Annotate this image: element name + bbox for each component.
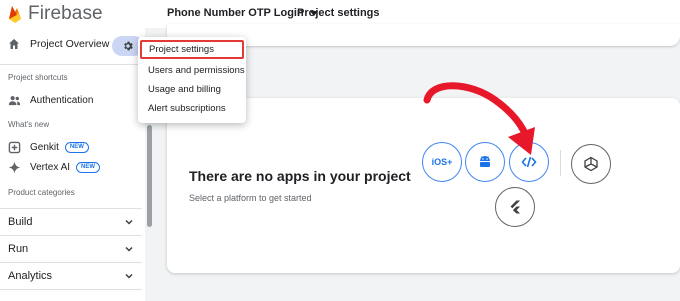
gear-icon <box>124 41 133 51</box>
authentication-label: Authentication <box>30 95 94 106</box>
apps-card <box>167 98 680 273</box>
firebase-logo-icon <box>9 6 21 23</box>
add-android-app-button[interactable] <box>465 142 505 182</box>
menu-item-users-permissions[interactable]: Users and permissions <box>138 61 246 80</box>
sidebar-scrollbar-thumb[interactable] <box>147 125 152 227</box>
add-flutter-app-button[interactable] <box>495 187 535 227</box>
sidebar-item-authentication[interactable]: Authentication <box>8 94 93 107</box>
new-badge: NEW <box>76 162 101 173</box>
chevron-down-icon <box>125 273 133 279</box>
sidebar-item-vertex-ai[interactable]: Vertex AI NEW <box>8 161 101 174</box>
app-name: Firebase <box>28 3 103 24</box>
menu-item-project-settings[interactable]: Project settings <box>140 40 244 59</box>
settings-dropdown-menu: Project settings Users and permissions U… <box>138 37 246 123</box>
genkit-label: Genkit <box>30 142 59 153</box>
project-overview-label: Project Overview <box>30 38 110 50</box>
category-build-label: Build <box>8 216 33 228</box>
category-analytics-label: Analytics <box>8 270 53 282</box>
project-name: Phone Number OTP Login <box>167 7 304 19</box>
sparkle-icon <box>8 161 21 174</box>
platform-divider <box>560 150 561 176</box>
web-code-icon <box>521 156 537 168</box>
category-build[interactable]: Build <box>0 208 142 235</box>
apps-empty-title: There are no apps in your project <box>189 168 411 184</box>
new-badge: NEW <box>64 142 89 153</box>
vertex-ai-label: Vertex AI <box>30 162 71 173</box>
shortcuts-heading: Project shortcuts <box>8 73 68 82</box>
add-unity-app-button[interactable] <box>571 144 611 184</box>
menu-item-alert-subscriptions[interactable]: Alert subscriptions <box>138 99 246 118</box>
android-icon <box>480 156 490 167</box>
sidebar: Project Overview Project shortcuts Authe… <box>0 28 146 301</box>
sidebar-divider <box>0 64 142 65</box>
sidebar-item-project-overview[interactable]: Project Overview <box>8 38 109 50</box>
people-icon <box>8 96 21 106</box>
menu-item-usage-billing[interactable]: Usage and billing <box>138 80 246 99</box>
whats-new-heading: What's new <box>8 120 50 129</box>
category-analytics[interactable]: Analytics <box>0 262 142 289</box>
chevron-down-icon <box>125 219 133 225</box>
genkit-icon <box>8 141 21 154</box>
category-run[interactable]: Run <box>0 235 142 262</box>
flutter-icon <box>510 200 521 214</box>
ios-icon: iOS+ <box>431 157 453 167</box>
chevron-down-icon <box>125 246 133 252</box>
home-icon <box>9 39 19 49</box>
add-web-app-button[interactable] <box>509 142 549 182</box>
unity-icon <box>584 156 598 172</box>
breadcrumb-page-title: Project settings <box>297 7 380 19</box>
categories-heading: Product categories <box>8 188 75 197</box>
category-more-partial[interactable] <box>0 289 142 301</box>
category-run-label: Run <box>8 243 29 255</box>
sidebar-item-genkit[interactable]: Genkit NEW <box>8 141 89 154</box>
add-ios-app-button[interactable]: iOS+ <box>422 142 462 182</box>
brand[interactable]: Firebase <box>8 3 103 25</box>
project-selector[interactable]: Phone Number OTP Login <box>167 7 318 19</box>
apps-empty-subtitle: Select a platform to get started <box>189 193 312 203</box>
